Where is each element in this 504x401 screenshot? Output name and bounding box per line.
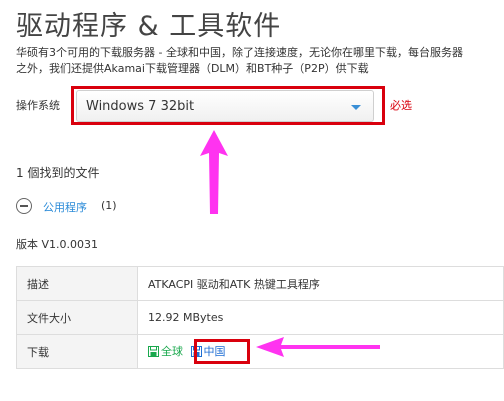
- row-value-filesize: 12.92 MBytes: [137, 300, 504, 335]
- table-row: 描述 ATKACPI 驱动和ATK 热键工具程序: [16, 266, 504, 301]
- minus-circle-icon[interactable]: [16, 198, 32, 214]
- page-title: 驱动程序 & 工具软件: [16, 11, 282, 42]
- description-line-2: 之外，我们还提供Akamai下载管理器（DLM）和BT种子（P2P）供下载: [16, 62, 369, 75]
- row-label-description: 描述: [16, 266, 138, 301]
- row-label-filesize: 文件大小: [16, 300, 138, 335]
- highlight-box-os-select: [71, 86, 385, 125]
- required-indicator: 必选: [390, 99, 412, 112]
- description-line-1: 华硕有3个可用的下载服务器 - 全球和中国，除了连接速度，无论你在哪里下载，每台…: [16, 46, 463, 59]
- page-description: 华硕有3个可用的下载服务器 - 全球和中国，除了连接速度，无论你在哪里下载，每台…: [16, 45, 504, 77]
- arrow-up-annotation: [200, 130, 228, 214]
- category-count: (1): [101, 199, 117, 212]
- download-global-link[interactable]: 全球: [148, 343, 183, 359]
- row-value-description: ATKACPI 驱动和ATK 热键工具程序: [137, 266, 504, 301]
- row-label-download: 下载: [16, 334, 138, 369]
- table-row: 文件大小 12.92 MBytes: [16, 300, 504, 335]
- save-icon: [148, 345, 159, 357]
- os-label: 操作系统: [16, 99, 60, 112]
- category-utilities-link[interactable]: 公用程序: [43, 199, 87, 215]
- version-label: 版本 V1.0.0031: [16, 238, 99, 251]
- highlight-box-china-link: [194, 339, 250, 364]
- download-global-label: 全球: [161, 345, 183, 359]
- found-count: 1 個找到的文件: [16, 166, 100, 180]
- arrow-left-annotation: [256, 337, 380, 357]
